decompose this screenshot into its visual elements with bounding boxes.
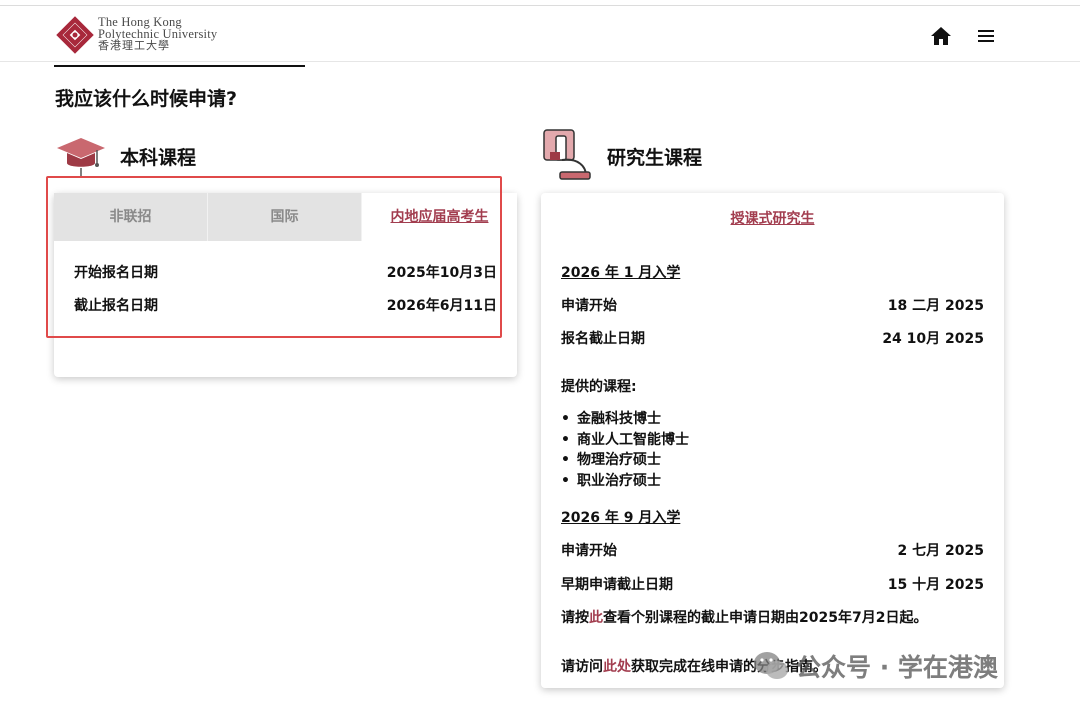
logo-line-chinese: 香港理工大學 xyxy=(98,40,170,52)
title-divider xyxy=(54,65,305,67)
wechat-icon xyxy=(754,652,788,679)
row-value: 18 二月 2025 xyxy=(887,298,984,314)
postgraduate-section-title: 研究生课程 xyxy=(607,147,703,169)
postgraduate-card: 授课式研究生 2026 年 1 月入学 申请开始 18 二月 2025 报名截止… xyxy=(541,193,1004,688)
logo-line-english-2: Polytechnic University xyxy=(98,27,218,41)
highlight-annotation-box xyxy=(46,176,502,338)
home-icon[interactable] xyxy=(930,26,952,46)
list-item: 物理治疗硕士 xyxy=(561,450,689,471)
microscope-icon xyxy=(543,129,591,180)
programs-list: 金融科技博士 商业人工智能博士 物理治疗硕士 职业治疗硕士 xyxy=(561,409,689,491)
sep-application-start-row: 申请开始 2 七月 2025 xyxy=(561,540,984,560)
site-header: The Hong Kong Polytechnic University 香港理… xyxy=(0,0,1080,62)
list-item: 金融科技博士 xyxy=(561,409,689,430)
undergraduate-section-title: 本科课程 xyxy=(120,147,197,169)
browser-edge xyxy=(0,0,1080,6)
programs-heading: 提供的课程: xyxy=(561,379,637,395)
row-label: 报名截止日期 xyxy=(561,331,645,347)
watermark-text: 公众号 · 学在港澳 xyxy=(796,653,998,682)
note-prefix: 请按 xyxy=(561,610,589,626)
row-value: 24 10月 2025 xyxy=(882,331,984,347)
intake-jan-heading: 2026 年 1 月入学 xyxy=(561,265,681,281)
intake-sep-heading: 2026 年 9 月入学 xyxy=(561,510,681,526)
watermark: 公众号 · 学在港澳 xyxy=(752,648,998,684)
jan-application-start-row: 申请开始 18 二月 2025 xyxy=(561,295,984,315)
row-label: 申请开始 xyxy=(561,298,617,314)
deadline-note: 请按此查看个别课程的截止申请日期由2025年7月2日起。 xyxy=(561,607,927,627)
guide-prefix: 请访问 xyxy=(561,659,603,675)
guide-here-link[interactable]: 此处 xyxy=(603,659,631,675)
page-title: 我应该什么时候申请? xyxy=(55,88,238,110)
deadline-here-link[interactable]: 此 xyxy=(589,610,603,626)
row-value: 15 十月 2025 xyxy=(887,577,984,593)
row-label: 早期申请截止日期 xyxy=(561,577,673,593)
list-item: 职业治疗硕士 xyxy=(561,471,689,492)
row-value: 2 七月 2025 xyxy=(897,543,984,559)
list-item: 商业人工智能博士 xyxy=(561,430,689,451)
sep-early-deadline-row: 早期申请截止日期 15 十月 2025 xyxy=(561,574,984,594)
university-name[interactable]: The Hong Kong Polytechnic University 香港理… xyxy=(98,16,217,52)
tab-taught-postgraduate[interactable]: 授课式研究生 xyxy=(541,208,1004,228)
note-suffix: 查看个别课程的截止申请日期由2025年7月2日起。 xyxy=(603,610,928,626)
graduation-cap-icon xyxy=(57,138,105,176)
hamburger-menu-icon[interactable] xyxy=(976,28,996,44)
row-label: 申请开始 xyxy=(561,543,617,559)
polyu-logo-icon[interactable] xyxy=(56,16,94,54)
jan-application-deadline-row: 报名截止日期 24 10月 2025 xyxy=(561,328,984,348)
